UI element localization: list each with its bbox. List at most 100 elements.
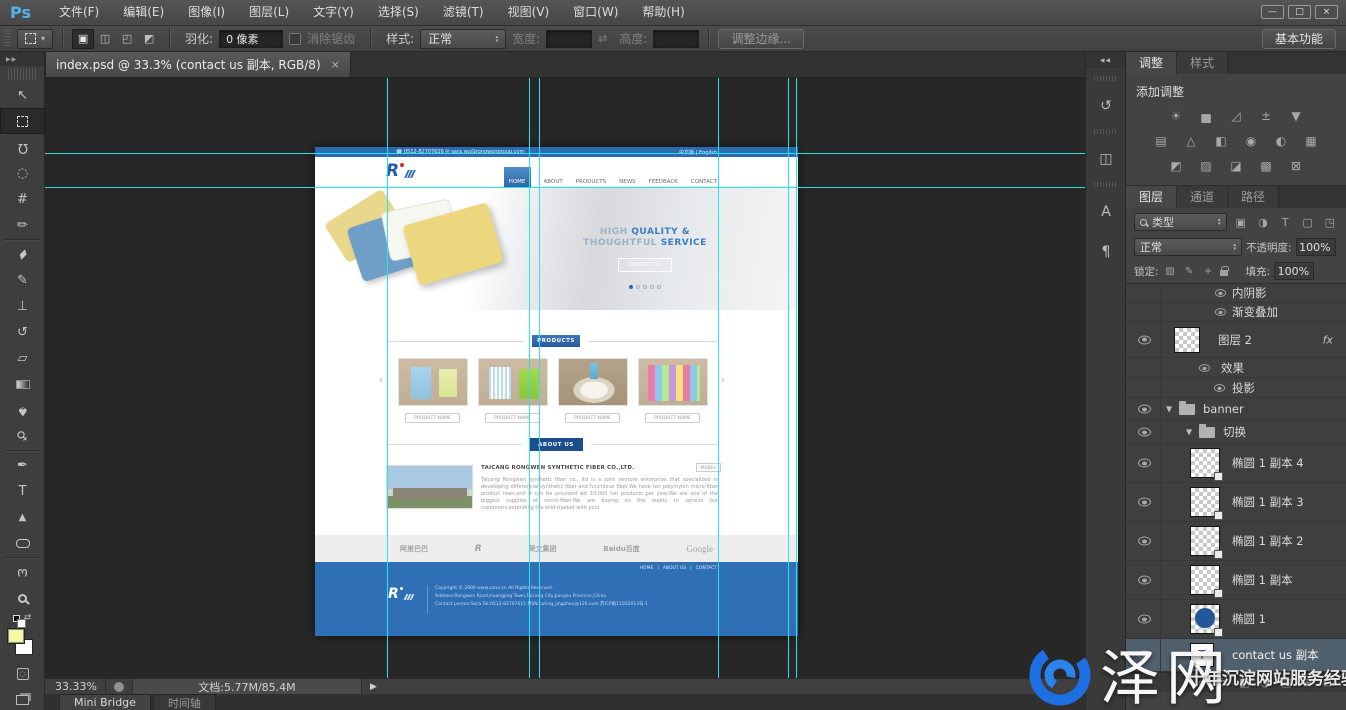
swap-dimensions-icon[interactable]: ⇄ [598,32,607,45]
history-panel-icon[interactable]: ↺ [1086,91,1126,121]
subtract-from-selection-button[interactable]: ◰ [116,29,138,49]
pen-tool[interactable]: ✒ [0,452,45,478]
guide-vertical[interactable] [796,78,797,678]
layer-effect-row-gradient-overlay[interactable]: 渐变叠加 [1126,303,1346,322]
eraser-tool[interactable]: ▱ [0,345,45,371]
style-select[interactable]: 正常 ▴▾ [420,29,506,49]
hue-saturation-icon[interactable]: ▤ [1148,131,1174,150]
visibility-eye-icon[interactable] [1214,384,1225,392]
restore-button[interactable]: □ [1288,5,1311,19]
lock-position-icon[interactable]: + [1201,266,1216,277]
guide-horizontal[interactable] [45,153,1085,154]
type-tool[interactable]: T [0,478,45,504]
workspace-button[interactable]: 基本功能 [1262,29,1336,49]
visibility-eye-icon[interactable] [1138,405,1151,414]
gradient-tool[interactable] [0,371,45,397]
clone-stamp-tool[interactable]: ⊥ [0,293,45,319]
layer-effects-header-row[interactable]: 效果 [1126,358,1346,378]
menu-layer[interactable]: 图层(L) [237,0,301,25]
layer-filter-type-select[interactable]: 类型 ▴▾ [1134,213,1227,231]
add-to-selection-button[interactable]: ◫ [94,29,116,49]
crop-tool[interactable]: # [0,186,45,212]
fx-badge[interactable]: fx [1323,333,1333,346]
zoom-level-field[interactable]: 33.33% [45,679,106,694]
color-lookup-icon[interactable]: ▦ [1298,131,1324,150]
shape-tool[interactable] [0,530,45,556]
layer-row-ellipse-copy3[interactable]: 椭圆 1 副本 3 [1126,483,1346,522]
height-input[interactable] [653,30,699,48]
tab-timeline[interactable]: 时间轴 [153,694,216,710]
threshold-icon[interactable]: ◪ [1223,156,1249,175]
exposure-icon[interactable]: ± [1253,106,1279,125]
layer-group-row-banner[interactable]: ▼ banner [1126,398,1346,421]
group-expand-caret[interactable]: ▼ [1186,428,1192,437]
levels-icon[interactable]: ▅ [1193,106,1219,125]
layer-thumbnail[interactable] [1190,526,1220,556]
document-size-info[interactable]: 文档:5.77M/85.4M [132,679,362,694]
rectangular-marquee-tool[interactable] [0,108,45,134]
visibility-eye-icon[interactable] [1138,498,1151,507]
move-tool[interactable]: ↖ [0,82,45,108]
intersect-selection-button[interactable]: ◩ [138,29,160,49]
layer-group-row-switch[interactable]: ▼ 切换 [1126,421,1346,444]
guide-vertical[interactable] [387,78,388,678]
status-menu-arrow-icon[interactable]: ▶ [370,682,377,692]
history-brush-tool[interactable]: ↺ [0,319,45,345]
group-expand-caret[interactable]: ▼ [1166,405,1172,414]
color-balance-icon[interactable]: △ [1178,131,1204,150]
menu-type[interactable]: 文字(Y) [301,0,366,25]
spot-healing-brush-tool[interactable]: ▰ [0,241,45,267]
screen-mode-button[interactable] [0,687,45,710]
channel-mixer-icon[interactable]: ◐ [1268,131,1294,150]
brightness-contrast-icon[interactable]: ☀ [1163,106,1189,125]
tab-layers[interactable]: 图层 [1126,186,1177,208]
filter-smart-objects-icon[interactable]: ◳ [1322,216,1338,229]
visibility-eye-icon[interactable] [1199,364,1210,372]
menu-edit[interactable]: 编辑(E) [111,0,176,25]
visibility-eye-icon[interactable] [1138,459,1151,468]
guide-vertical[interactable] [529,78,530,678]
visibility-eye-icon[interactable] [1138,615,1151,624]
filter-shape-layers-icon[interactable]: ▢ [1299,216,1315,229]
visibility-eye-icon[interactable] [1138,428,1151,437]
blur-tool[interactable]: ♠ [0,397,45,423]
properties-panel-icon[interactable]: ◫ [1086,144,1126,174]
quick-selection-tool[interactable]: ◌ [0,160,45,186]
lock-image-pixels-icon[interactable]: ✎ [1182,266,1197,277]
layer-thumbnail[interactable] [1190,448,1220,478]
tab-channels[interactable]: 通道 [1177,186,1228,208]
panel-collapse-icon[interactable]: ◀◀ [1086,52,1125,68]
path-selection-tool[interactable]: ▲ [0,504,45,530]
menu-window[interactable]: 窗口(W) [561,0,630,25]
menu-select[interactable]: 选择(S) [366,0,431,25]
layer-thumbnail[interactable] [1190,565,1220,595]
canvas-workspace[interactable]: ☎ 0512-82707626 ✉ sara.wu@rongwengroup.c… [45,78,1085,678]
close-button[interactable]: × [1315,5,1338,19]
selective-color-icon[interactable]: ⊠ [1283,156,1309,175]
document-tab[interactable]: index.psd @ 33.3% (contact us 副本, RGB/8)… [45,52,351,77]
layer-row-ellipse-copy[interactable]: 椭圆 1 副本 [1126,561,1346,600]
visibility-eye-icon[interactable] [1138,576,1151,585]
menu-help[interactable]: 帮助(H) [630,0,696,25]
filter-pixel-layers-icon[interactable]: ▣ [1233,216,1249,229]
antialias-checkbox[interactable] [289,33,301,45]
menu-image[interactable]: 图像(I) [176,0,237,25]
menu-file[interactable]: 文件(F) [47,0,111,25]
vibrance-icon[interactable]: ▼ [1283,106,1309,125]
lock-all-icon[interactable] [1220,270,1228,276]
layer-row-layer2[interactable]: 图层 2 fx [1126,322,1346,358]
layer-row-ellipse-copy2[interactable]: 椭圆 1 副本 2 [1126,522,1346,561]
refine-edge-button[interactable]: 调整边缘... [718,29,803,49]
layer-effect-row-inner-shadow[interactable]: 内阴影 [1126,284,1346,303]
new-selection-button[interactable]: ▣ [72,29,94,49]
photo-filter-icon[interactable]: ◉ [1238,131,1264,150]
zoom-tool[interactable] [0,585,45,611]
layer-row-ellipse-copy4[interactable]: 椭圆 1 副本 4 [1126,444,1346,483]
visibility-eye-icon[interactable] [1138,335,1151,344]
layer-thumbnail[interactable] [1190,487,1220,517]
guide-horizontal[interactable] [45,187,1085,188]
character-panel-icon[interactable]: A [1086,197,1126,227]
dodge-tool[interactable]: ♀ [0,423,45,449]
guide-vertical[interactable] [718,78,719,678]
lasso-tool[interactable]: Ω [0,134,45,160]
